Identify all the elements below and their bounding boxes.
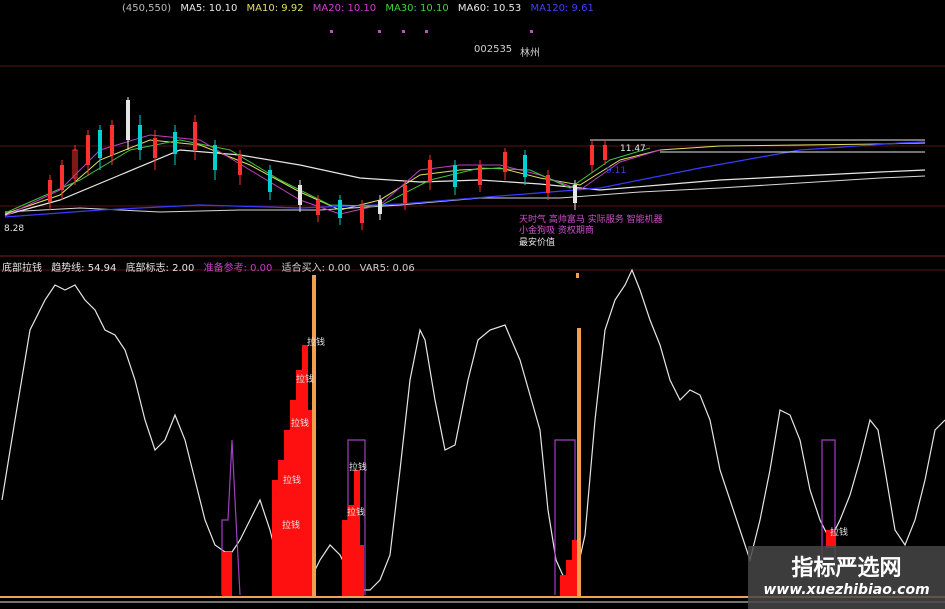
signal-label-1: 拉钱 xyxy=(307,336,325,348)
indicator-trend: 趋势线: 54.94 xyxy=(51,263,117,274)
price-right-label2: 9.11 xyxy=(606,166,627,176)
indicator-bottom: 底部标志: 2.00 xyxy=(125,263,195,274)
indicator-name: 底部拉钱 xyxy=(2,263,42,274)
signal-label-6: 拉钱 xyxy=(349,461,367,473)
ma-white-long xyxy=(4,149,926,216)
ma-purple xyxy=(4,134,661,217)
indicator-var5: VAR5: 0.06 xyxy=(359,263,415,274)
ma-white-2 xyxy=(4,175,926,213)
indicator-buy: 适合买入: 0.00 xyxy=(281,263,351,274)
signal-label-5: 拉钱 xyxy=(282,519,300,531)
signal-label-7: 拉钱 xyxy=(347,506,365,518)
signal-label-3: 拉钱 xyxy=(291,417,309,429)
price-left-label: 8.28 xyxy=(4,224,25,234)
signal-label-4: 拉钱 xyxy=(283,474,301,486)
signal-label-8: 拉钱 xyxy=(830,526,848,538)
signal-label-2: 拉钱 xyxy=(296,373,314,385)
top-markers xyxy=(330,30,533,33)
kline-chart: 拉钱 拉钱 拉钱 拉钱 拉钱 拉钱 拉钱 拉钱 xyxy=(0,30,945,603)
indicator-legend: 底部拉钱 趋势线: 54.94 底部标志: 2.00 准备参考: 0.00 适合… xyxy=(2,259,421,274)
price-right-label: 11.47 xyxy=(620,144,646,154)
watermark-url: www.xuezhibiao.com xyxy=(763,582,930,598)
indicator-prepare: 准备参考: 0.00 xyxy=(203,263,273,274)
watermark-title: 指标严选网 xyxy=(791,556,902,581)
annotation-3: 最安价值 xyxy=(519,238,556,248)
signal-labels: 拉钱 拉钱 拉钱 拉钱 拉钱 拉钱 拉钱 拉钱 xyxy=(282,336,848,538)
oscillator-line xyxy=(1,268,945,591)
